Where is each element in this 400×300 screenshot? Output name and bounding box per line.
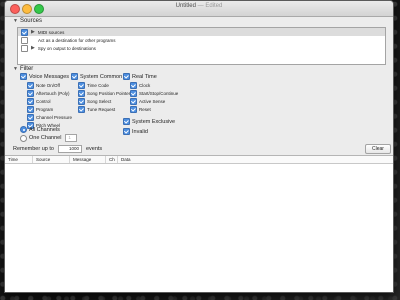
radio-dot[interactable] xyxy=(20,126,27,133)
checkbox-box[interactable] xyxy=(78,98,85,105)
checkbox-label: System Common xyxy=(80,73,123,80)
remember-events-row: Remember up to 1000 events xyxy=(13,145,102,153)
active-sense-checkbox[interactable]: Active Sense xyxy=(130,98,165,105)
virtual-destination-checkbox[interactable] xyxy=(21,36,28,44)
column-header-message[interactable]: Message xyxy=(70,156,106,163)
checkbox-label: Time Code xyxy=(87,83,109,88)
filter-disclosure[interactable]: ▼ Filter xyxy=(13,66,33,72)
program-checkbox[interactable]: Program xyxy=(27,106,53,113)
checkbox-box[interactable] xyxy=(123,73,130,80)
column-header-source[interactable]: Source xyxy=(33,156,70,163)
checkbox-label: Tune Request xyxy=(87,107,116,112)
disclosure-open-icon: ▼ xyxy=(13,66,18,72)
checkbox-label: Note On/Off xyxy=(36,83,60,88)
sources-list[interactable]: ▶ MIDI sources Act as a destination for … xyxy=(17,27,386,65)
source-item-virtual-destination[interactable]: Act as a destination for other programs xyxy=(18,36,385,44)
checkbox-label: Clock xyxy=(139,83,151,88)
checkbox-box[interactable] xyxy=(123,118,130,125)
window-title: Untitled — Edited xyxy=(5,3,393,9)
source-item-label: MIDI sources xyxy=(37,29,65,35)
events-table[interactable]: Time Source Message Ch Data xyxy=(5,155,393,292)
checkbox-label: Control xyxy=(36,99,51,104)
checkbox-label: Song Select xyxy=(87,99,112,104)
title-bar[interactable]: Untitled — Edited xyxy=(5,1,393,17)
channel-number-field[interactable]: 1 xyxy=(65,134,78,142)
checkbox-box[interactable] xyxy=(27,106,34,113)
column-header-time[interactable]: Time xyxy=(5,156,33,163)
disclosure-open-icon: ▼ xyxy=(13,18,18,24)
clock-checkbox[interactable]: Clock xyxy=(130,82,150,89)
all-channels-radio[interactable]: All Channels xyxy=(20,126,60,133)
reset-checkbox[interactable]: Reset xyxy=(130,106,151,113)
system-exclusive-checkbox[interactable]: System Exclusive xyxy=(123,118,175,125)
max-events-field[interactable]: 1000 xyxy=(57,145,82,153)
control-checkbox[interactable]: Control xyxy=(27,98,51,105)
one-channel-radio[interactable]: One Channel 1 xyxy=(20,134,78,142)
checkbox-box[interactable] xyxy=(130,90,137,97)
checkbox-box[interactable] xyxy=(78,106,85,113)
document-name: Untitled xyxy=(175,3,196,9)
checkbox-label: Invalid xyxy=(132,128,148,135)
clear-button[interactable]: Clear xyxy=(365,144,391,154)
sources-label: Sources xyxy=(19,18,42,24)
checkbox-box[interactable] xyxy=(78,82,85,89)
time-code-checkbox[interactable]: Time Code xyxy=(78,82,109,89)
radio-label: All Channels xyxy=(29,126,60,133)
midi-monitor-window: Untitled — Edited ▼ Sources ▶ MIDI sourc… xyxy=(4,0,394,293)
sources-disclosure[interactable]: ▼ Sources xyxy=(13,18,42,24)
disclosure-closed-icon[interactable]: ▶ xyxy=(31,45,35,51)
checkbox-label: Active Sense xyxy=(139,99,166,104)
column-header-data[interactable]: Data xyxy=(118,156,393,163)
radio-dot[interactable] xyxy=(20,134,27,142)
table-header: Time Source Message Ch Data xyxy=(5,156,393,164)
checkbox-box[interactable] xyxy=(27,114,34,121)
column-header-channel[interactable]: Ch xyxy=(106,156,118,163)
checkbox-label: Program xyxy=(36,107,54,112)
start-stop-continue-checkbox[interactable]: Start/Stop/Continue xyxy=(130,90,178,97)
invalid-checkbox[interactable]: Invalid xyxy=(123,128,148,135)
checkbox-label: Real Time xyxy=(132,73,157,80)
checkbox-box[interactable] xyxy=(130,82,137,89)
edited-indicator: — Edited xyxy=(197,3,223,9)
channel-pressure-checkbox[interactable]: Channel Pressure xyxy=(27,114,72,121)
checkbox-box[interactable] xyxy=(130,106,137,113)
checkbox-box[interactable] xyxy=(78,90,85,97)
system-common-checkbox[interactable]: System Common xyxy=(71,73,122,80)
spy-output-checkbox[interactable] xyxy=(21,44,28,52)
checkbox-label: Channel Pressure xyxy=(36,115,73,120)
checkbox-box[interactable] xyxy=(130,98,137,105)
source-item-label: Act as a destination for other programs xyxy=(38,37,116,43)
checkbox-box[interactable] xyxy=(71,73,78,80)
aftertouch-poly-checkbox[interactable]: Aftertouch (Poly) xyxy=(27,90,70,97)
checkbox-label: Voice Messages xyxy=(29,73,70,80)
checkbox-box[interactable] xyxy=(27,82,34,89)
real-time-checkbox[interactable]: Real Time xyxy=(123,73,157,80)
remember-prefix-label: Remember up to xyxy=(13,146,54,152)
checkbox-label: Reset xyxy=(139,107,151,112)
checkbox-label: Aftertouch (Poly) xyxy=(36,91,70,96)
tune-request-checkbox[interactable]: Tune Request xyxy=(78,106,115,113)
checkbox-box[interactable] xyxy=(27,90,34,97)
checkbox-box[interactable] xyxy=(27,98,34,105)
radio-label: One Channel xyxy=(29,135,62,141)
disclosure-closed-icon[interactable]: ▶ xyxy=(31,29,35,35)
source-item-label: Spy on output to destinations xyxy=(37,45,96,51)
checkbox-box[interactable] xyxy=(20,73,27,80)
checkbox-label: Start/Stop/Continue xyxy=(139,91,179,96)
song-position-pointer-checkbox[interactable]: Song Position Pointer xyxy=(78,90,130,97)
checkbox-label: Song Position Pointer xyxy=(87,91,131,96)
remember-suffix-label: events xyxy=(85,146,103,152)
filter-label: Filter xyxy=(19,66,34,72)
source-item-spy-output[interactable]: ▶ Spy on output to destinations xyxy=(18,44,385,52)
note-on-off-checkbox[interactable]: Note On/Off xyxy=(27,82,60,89)
voice-messages-checkbox[interactable]: Voice Messages xyxy=(20,73,69,80)
source-item-midi-sources[interactable]: ▶ MIDI sources xyxy=(18,28,385,36)
song-select-checkbox[interactable]: Song Select xyxy=(78,98,111,105)
checkbox-label: System Exclusive xyxy=(132,118,176,125)
checkbox-box[interactable] xyxy=(123,128,130,135)
midi-sources-checkbox[interactable] xyxy=(21,28,28,36)
